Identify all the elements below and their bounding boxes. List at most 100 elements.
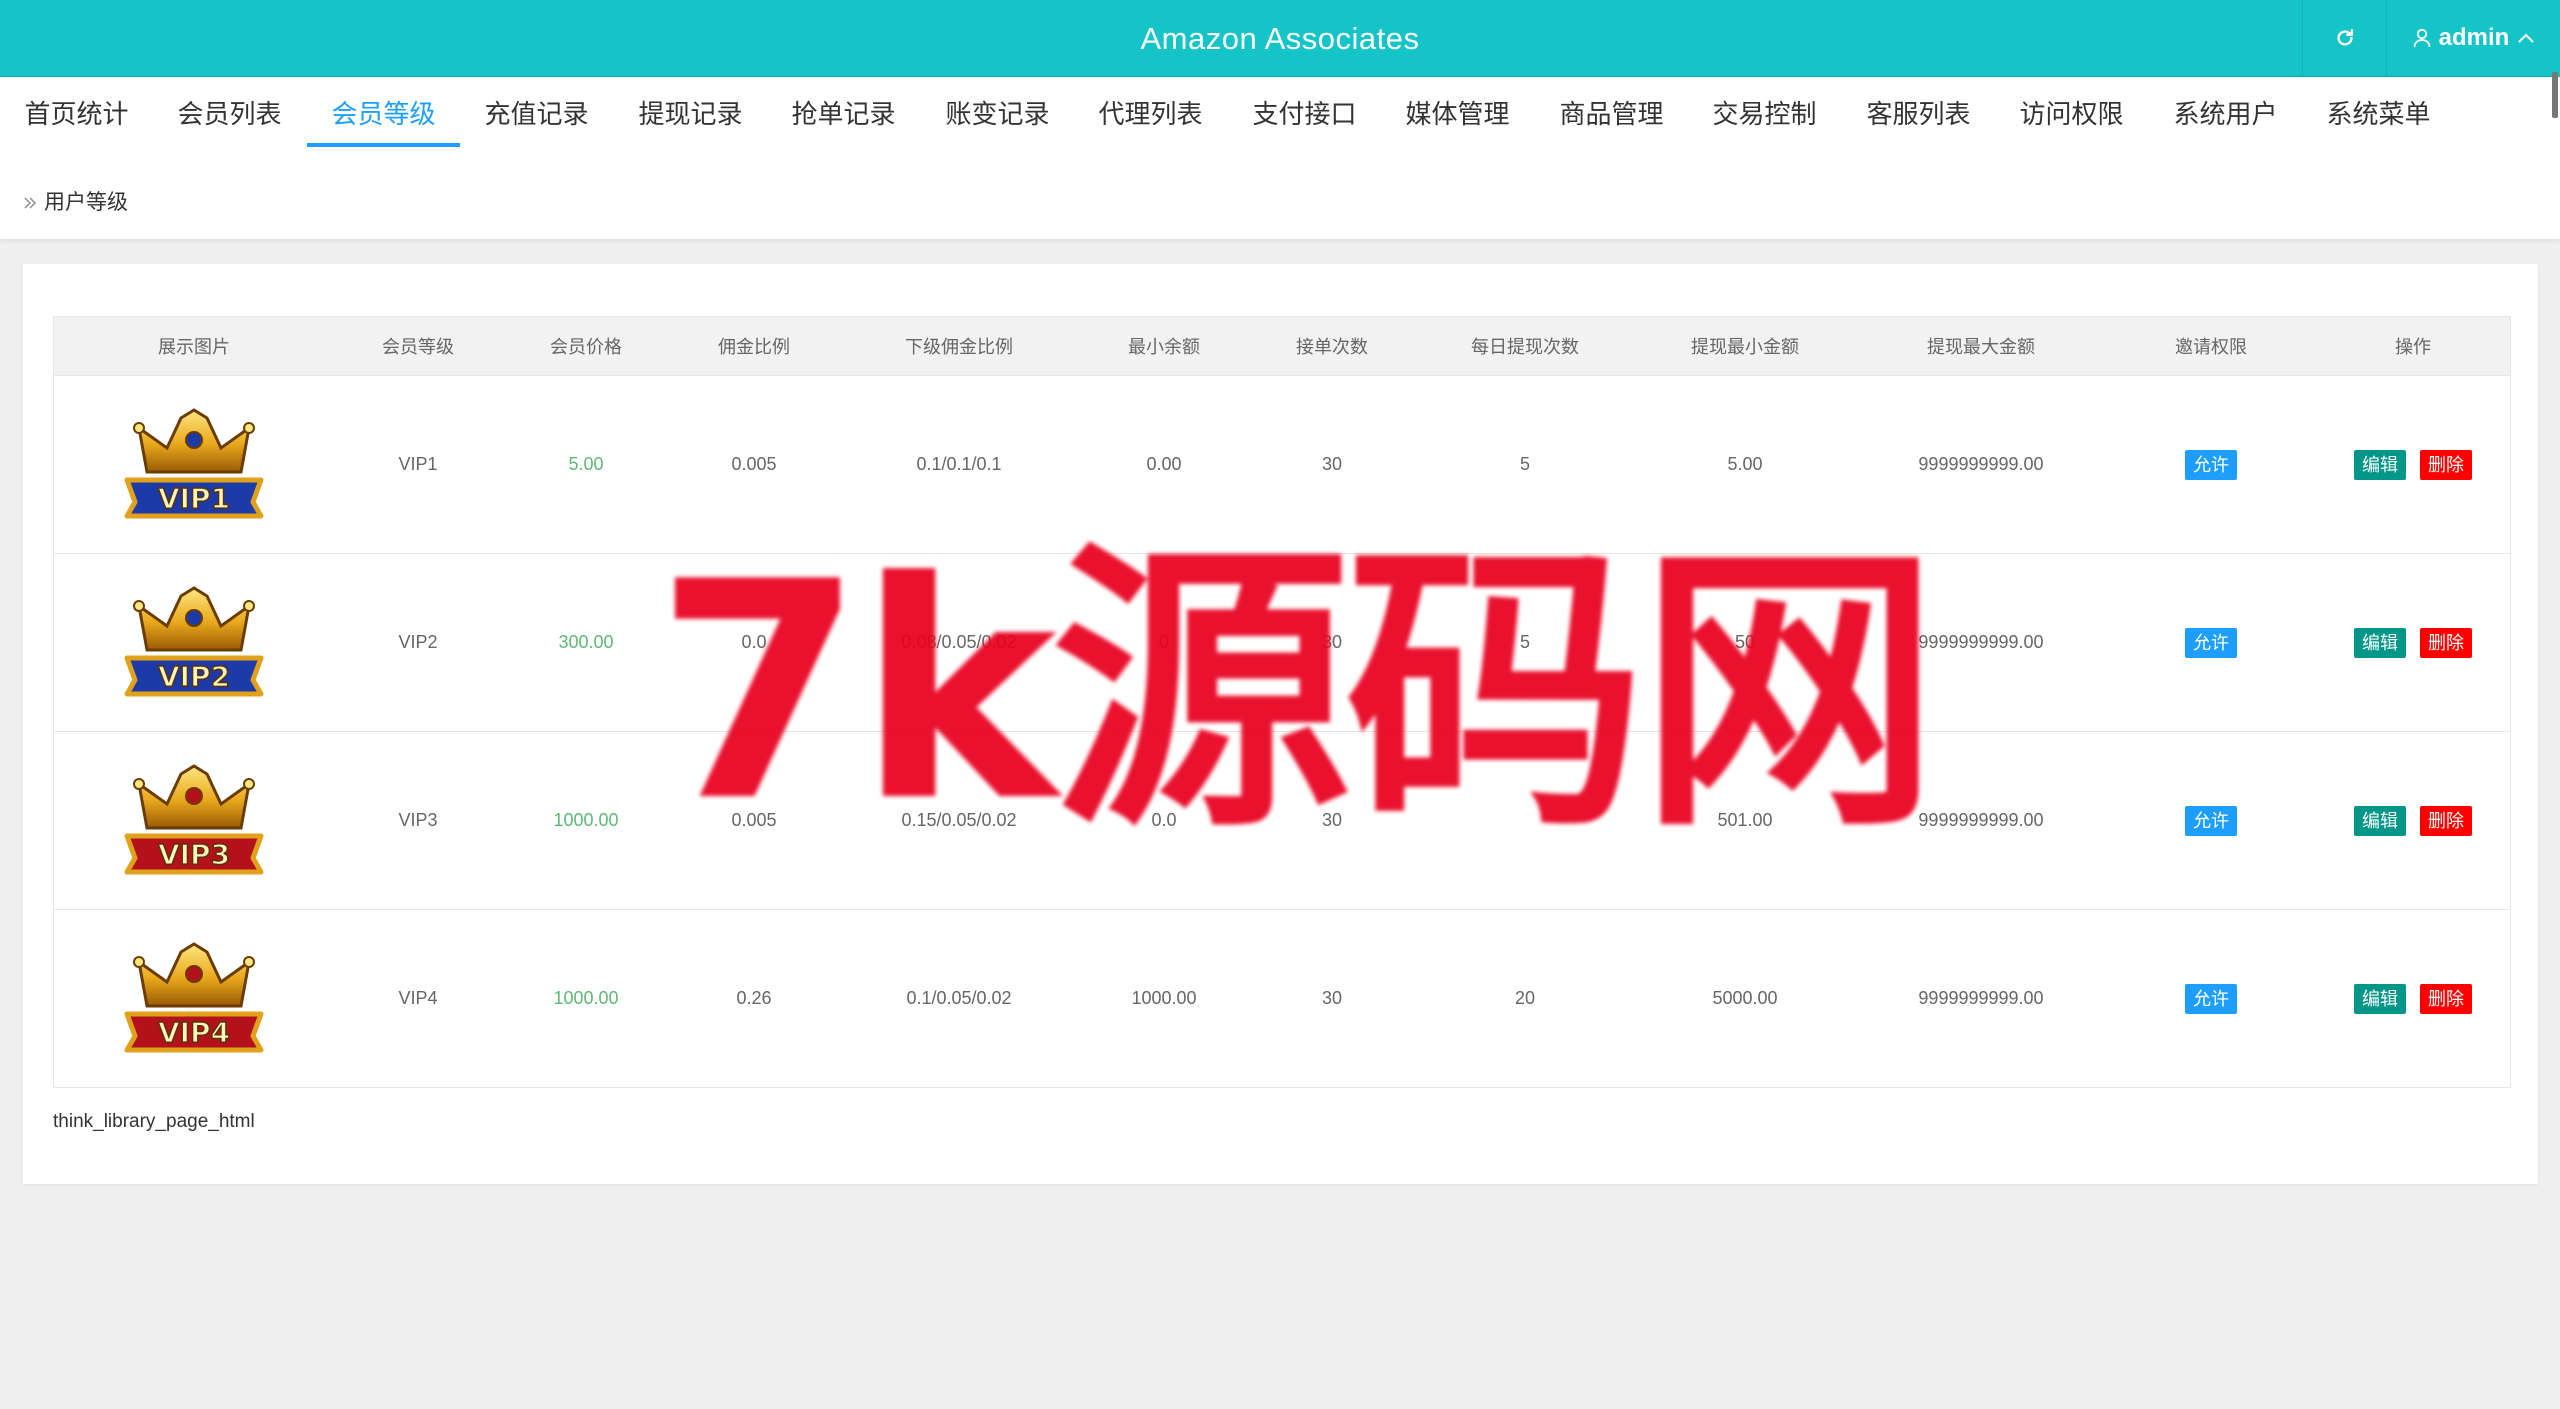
edit-button[interactable]: 编辑 [2354, 983, 2406, 1014]
orders-cell: 30 [1321, 810, 1343, 830]
nav-tab-6[interactable]: 抢单记录 [767, 77, 920, 147]
delete-button[interactable]: 删除 [2420, 627, 2472, 658]
level-cell: VIP2 [398, 632, 438, 652]
invite-cell: 允许 [2106, 376, 2316, 553]
edit-button[interactable]: 编辑 [2354, 627, 2406, 658]
badge-text: VIP3 [158, 838, 230, 871]
content-card: 展示图片 会员等级 会员价格 佣金比例 下级佣金比例 最小余额 接单次数 每日提现次数 提现最小… [23, 264, 2538, 1184]
invite-allow-button[interactable]: 允许 [2185, 627, 2237, 658]
min-balance-cell: 0.00 [1146, 454, 1182, 474]
app-title: Amazon Associates [1140, 21, 1420, 56]
refresh-button[interactable] [2302, 0, 2387, 76]
user-menu[interactable]: admin [2386, 0, 2560, 76]
invite-allow-button[interactable]: 允许 [2185, 983, 2237, 1014]
vip-badge-icon: VIP4 [124, 941, 264, 1052]
actions-cell: 编辑 删除 [2316, 732, 2510, 909]
withdraw-min-cell: 501.00 [1717, 810, 1773, 830]
badge-cell: VIP1 [54, 376, 334, 553]
badge-text: VIP1 [158, 482, 230, 515]
column-header: 每日提现次数 [1471, 337, 1579, 357]
edit-button[interactable]: 编辑 [2354, 449, 2406, 480]
nav-tab-4[interactable]: 充值记录 [460, 77, 613, 147]
vip-badge-icon: VIP3 [124, 763, 264, 874]
commission-cell: 0.0 [741, 632, 767, 652]
breadcrumb[interactable]: 用户等级 [22, 149, 128, 257]
withdraw-max-cell: 9999999999.00 [1918, 454, 2044, 474]
withdraw-max-cell: 9999999999.00 [1918, 810, 2044, 830]
nav-tab-3[interactable]: 会员等级 [307, 77, 460, 147]
badge-cell: VIP3 [54, 732, 334, 909]
orders-cell: 30 [1321, 454, 1343, 474]
badge-cell: VIP2 [54, 554, 334, 731]
badge-text: VIP2 [158, 660, 230, 693]
edit-button[interactable]: 编辑 [2354, 805, 2406, 836]
user-icon [2413, 28, 2431, 48]
column-header: 佣金比例 [718, 337, 790, 357]
level-cell: VIP3 [398, 810, 438, 830]
commission-cell: 0.005 [731, 454, 777, 474]
min-balance-cell: 0.0 [1151, 810, 1177, 830]
sub-commission-cell: 0.15/0.05/0.02 [901, 810, 1017, 830]
sub-commission-cell: 0.08/0.05/0.02 [901, 632, 1017, 652]
nav-tab-16[interactable]: 系统菜单 [2302, 77, 2455, 147]
table-row: VIP3 VIP3 1000.00 0.005 0.15/0.05/0.02 0.0 30 5… [54, 732, 2510, 910]
nav-tab-5[interactable]: 提现记录 [614, 77, 767, 147]
level-cell: VIP1 [398, 454, 438, 474]
main-nav: 首页统计 会员列表 会员等级 充值记录 提现记录 抢单记录 账变记录 代理列表 支付接口 媒体管理… [0, 77, 2560, 149]
column-header: 邀请权限 [2175, 337, 2247, 357]
commission-cell: 0.005 [731, 810, 777, 830]
chevron-up-icon [2518, 33, 2535, 43]
invite-cell: 允许 [2106, 910, 2316, 1087]
vip-badge-icon: VIP2 [124, 585, 264, 696]
nav-tab-10[interactable]: 媒体管理 [1381, 77, 1534, 147]
price-cell: 300.00 [558, 632, 614, 652]
invite-allow-button[interactable]: 允许 [2185, 449, 2237, 480]
withdraw-min-cell: 50 [1734, 632, 1756, 652]
price-cell: 5.00 [568, 454, 604, 474]
invite-cell: 允许 [2106, 554, 2316, 731]
min-balance-cell: 1000.00 [1131, 988, 1197, 1008]
delete-button[interactable]: 删除 [2420, 805, 2472, 836]
nav-tab-2[interactable]: 会员列表 [153, 77, 306, 147]
daily-withdrawals-cell [1416, 732, 1634, 909]
user-name: admin [2438, 24, 2510, 51]
nav-tab-8[interactable]: 代理列表 [1074, 77, 1227, 147]
delete-button[interactable]: 删除 [2420, 449, 2472, 480]
column-header: 提现最小金额 [1691, 337, 1799, 357]
breadcrumb-label: 用户等级 [44, 191, 128, 214]
commission-cell: 0.26 [736, 988, 772, 1008]
scrollbar[interactable] [2552, 72, 2558, 118]
vip-badge-icon: VIP1 [124, 407, 264, 518]
table-header-row: 展示图片 会员等级 会员价格 佣金比例 下级佣金比例 最小余额 接单次数 每日提现次数 提现最小… [54, 317, 2510, 376]
badge-text: VIP4 [158, 1016, 230, 1049]
price-cell: 1000.00 [553, 988, 619, 1008]
withdraw-min-cell: 5000.00 [1712, 988, 1778, 1008]
double-chevron-right-icon [24, 197, 37, 209]
nav-tab-7[interactable]: 账变记录 [921, 77, 1074, 147]
nav-tab-1[interactable]: 首页统计 [0, 77, 153, 147]
nav-tab-15[interactable]: 系统用户 [2149, 77, 2302, 147]
invite-allow-button[interactable]: 允许 [2185, 805, 2237, 836]
column-header: 接单次数 [1296, 337, 1368, 357]
column-header: 下级佣金比例 [905, 337, 1013, 357]
column-header: 最小余额 [1128, 337, 1200, 357]
nav-tab-9[interactable]: 支付接口 [1228, 77, 1381, 147]
min-balance-cell: 0 [1158, 632, 1169, 652]
sub-commission-cell: 0.1/0.05/0.02 [906, 988, 1012, 1008]
nav-tab-11[interactable]: 商品管理 [1535, 77, 1688, 147]
delete-button[interactable]: 删除 [2420, 983, 2472, 1014]
orders-cell: 30 [1321, 988, 1343, 1008]
top-header: Amazon Associates admin [0, 0, 2560, 77]
nav-tab-14[interactable]: 访问权限 [1995, 77, 2148, 147]
price-cell: 1000.00 [553, 810, 619, 830]
daily-withdrawals-cell: 5 [1519, 454, 1530, 474]
breadcrumb-bar: 用户等级 [0, 149, 2560, 239]
nav-tab-12[interactable]: 交易控制 [1688, 77, 1841, 147]
actions-cell: 编辑 删除 [2316, 554, 2510, 731]
daily-withdrawals-cell: 20 [1514, 988, 1536, 1008]
table-row: VIP2 VIP2 300.00 0.0 0.08/0.05/0.02 0 30 5 50 999… [54, 554, 2510, 732]
column-header: 展示图片 [158, 337, 230, 357]
nav-tab-13[interactable]: 客服列表 [1842, 77, 1995, 147]
actions-cell: 编辑 删除 [2316, 376, 2510, 553]
column-header: 提现最大金额 [1927, 337, 2035, 357]
